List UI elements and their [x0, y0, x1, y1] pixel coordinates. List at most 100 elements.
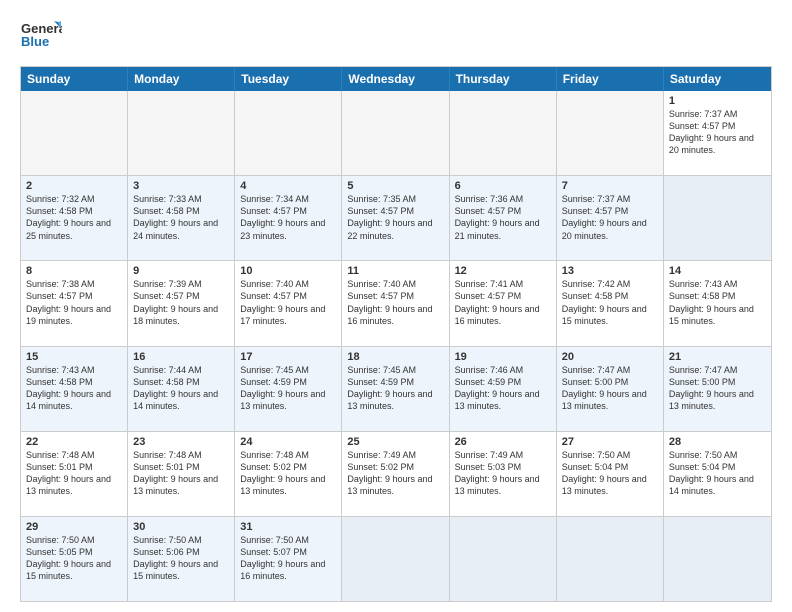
- calendar-cell: 22Sunrise: 7:48 AMSunset: 5:01 PMDayligh…: [21, 432, 128, 516]
- cell-text: Sunrise: 7:36 AMSunset: 4:57 PMDaylight:…: [455, 193, 551, 242]
- logo: General Blue: [20, 16, 62, 58]
- cell-text: Sunrise: 7:48 AMSunset: 5:01 PMDaylight:…: [26, 449, 122, 498]
- calendar-cell: 13Sunrise: 7:42 AMSunset: 4:58 PMDayligh…: [557, 261, 664, 345]
- day-number: 31: [240, 521, 336, 533]
- day-number: 21: [669, 351, 766, 363]
- calendar-cell: 29Sunrise: 7:50 AMSunset: 5:05 PMDayligh…: [21, 517, 128, 601]
- cell-text: Sunrise: 7:50 AMSunset: 5:05 PMDaylight:…: [26, 534, 122, 583]
- cell-text: Sunrise: 7:32 AMSunset: 4:58 PMDaylight:…: [26, 193, 122, 242]
- calendar-header: SundayMondayTuesdayWednesdayThursdayFrid…: [21, 67, 771, 91]
- logo-svg: General Blue: [20, 16, 62, 58]
- calendar-row: 22Sunrise: 7:48 AMSunset: 5:01 PMDayligh…: [21, 431, 771, 516]
- header-day-friday: Friday: [557, 67, 664, 91]
- cell-text: Sunrise: 7:50 AMSunset: 5:07 PMDaylight:…: [240, 534, 336, 583]
- day-number: 29: [26, 521, 122, 533]
- calendar-cell: 28Sunrise: 7:50 AMSunset: 5:04 PMDayligh…: [664, 432, 771, 516]
- cell-text: Sunrise: 7:38 AMSunset: 4:57 PMDaylight:…: [26, 278, 122, 327]
- cell-text: Sunrise: 7:33 AMSunset: 4:58 PMDaylight:…: [133, 193, 229, 242]
- calendar: SundayMondayTuesdayWednesdayThursdayFrid…: [20, 66, 772, 602]
- day-number: 3: [133, 180, 229, 192]
- cell-text: Sunrise: 7:43 AMSunset: 4:58 PMDaylight:…: [669, 278, 766, 327]
- day-number: 16: [133, 351, 229, 363]
- cell-text: Sunrise: 7:35 AMSunset: 4:57 PMDaylight:…: [347, 193, 443, 242]
- calendar-cell: 15Sunrise: 7:43 AMSunset: 4:58 PMDayligh…: [21, 347, 128, 431]
- calendar-cell: 2Sunrise: 7:32 AMSunset: 4:58 PMDaylight…: [21, 176, 128, 260]
- calendar-cell: 14Sunrise: 7:43 AMSunset: 4:58 PMDayligh…: [664, 261, 771, 345]
- header-day-thursday: Thursday: [450, 67, 557, 91]
- header-day-sunday: Sunday: [21, 67, 128, 91]
- day-number: 4: [240, 180, 336, 192]
- day-number: 7: [562, 180, 658, 192]
- calendar-cell: 21Sunrise: 7:47 AMSunset: 5:00 PMDayligh…: [664, 347, 771, 431]
- header-day-wednesday: Wednesday: [342, 67, 449, 91]
- page: General Blue SundayMondayTuesdayWednesda…: [0, 0, 792, 612]
- calendar-cell: 17Sunrise: 7:45 AMSunset: 4:59 PMDayligh…: [235, 347, 342, 431]
- day-number: 25: [347, 436, 443, 448]
- cell-text: Sunrise: 7:48 AMSunset: 5:02 PMDaylight:…: [240, 449, 336, 498]
- calendar-cell: 20Sunrise: 7:47 AMSunset: 5:00 PMDayligh…: [557, 347, 664, 431]
- cell-text: Sunrise: 7:39 AMSunset: 4:57 PMDaylight:…: [133, 278, 229, 327]
- day-number: 1: [669, 95, 766, 107]
- day-number: 14: [669, 265, 766, 277]
- day-number: 30: [133, 521, 229, 533]
- day-number: 8: [26, 265, 122, 277]
- cell-text: Sunrise: 7:37 AMSunset: 4:57 PMDaylight:…: [669, 108, 766, 157]
- day-number: 23: [133, 436, 229, 448]
- calendar-cell: 12Sunrise: 7:41 AMSunset: 4:57 PMDayligh…: [450, 261, 557, 345]
- day-number: 18: [347, 351, 443, 363]
- calendar-cell: [128, 91, 235, 175]
- day-number: 6: [455, 180, 551, 192]
- day-number: 20: [562, 351, 658, 363]
- calendar-cell: [21, 91, 128, 175]
- cell-text: Sunrise: 7:47 AMSunset: 5:00 PMDaylight:…: [669, 364, 766, 413]
- calendar-cell: 19Sunrise: 7:46 AMSunset: 4:59 PMDayligh…: [450, 347, 557, 431]
- day-number: 22: [26, 436, 122, 448]
- calendar-cell: 16Sunrise: 7:44 AMSunset: 4:58 PMDayligh…: [128, 347, 235, 431]
- day-number: 27: [562, 436, 658, 448]
- cell-text: Sunrise: 7:43 AMSunset: 4:58 PMDaylight:…: [26, 364, 122, 413]
- cell-text: Sunrise: 7:34 AMSunset: 4:57 PMDaylight:…: [240, 193, 336, 242]
- calendar-cell: [557, 91, 664, 175]
- calendar-cell: 3Sunrise: 7:33 AMSunset: 4:58 PMDaylight…: [128, 176, 235, 260]
- calendar-cell: 4Sunrise: 7:34 AMSunset: 4:57 PMDaylight…: [235, 176, 342, 260]
- cell-text: Sunrise: 7:49 AMSunset: 5:03 PMDaylight:…: [455, 449, 551, 498]
- day-number: 12: [455, 265, 551, 277]
- cell-text: Sunrise: 7:50 AMSunset: 5:06 PMDaylight:…: [133, 534, 229, 583]
- calendar-cell: 9Sunrise: 7:39 AMSunset: 4:57 PMDaylight…: [128, 261, 235, 345]
- calendar-cell: [450, 91, 557, 175]
- day-number: 28: [669, 436, 766, 448]
- header: General Blue: [20, 16, 772, 58]
- day-number: 5: [347, 180, 443, 192]
- calendar-row: 2Sunrise: 7:32 AMSunset: 4:58 PMDaylight…: [21, 175, 771, 260]
- cell-text: Sunrise: 7:37 AMSunset: 4:57 PMDaylight:…: [562, 193, 658, 242]
- header-day-monday: Monday: [128, 67, 235, 91]
- cell-text: Sunrise: 7:48 AMSunset: 5:01 PMDaylight:…: [133, 449, 229, 498]
- calendar-cell: 5Sunrise: 7:35 AMSunset: 4:57 PMDaylight…: [342, 176, 449, 260]
- calendar-row: 29Sunrise: 7:50 AMSunset: 5:05 PMDayligh…: [21, 516, 771, 601]
- cell-text: Sunrise: 7:49 AMSunset: 5:02 PMDaylight:…: [347, 449, 443, 498]
- calendar-cell: 25Sunrise: 7:49 AMSunset: 5:02 PMDayligh…: [342, 432, 449, 516]
- cell-text: Sunrise: 7:47 AMSunset: 5:00 PMDaylight:…: [562, 364, 658, 413]
- cell-text: Sunrise: 7:46 AMSunset: 4:59 PMDaylight:…: [455, 364, 551, 413]
- day-number: 19: [455, 351, 551, 363]
- calendar-cell: [557, 517, 664, 601]
- day-number: 15: [26, 351, 122, 363]
- cell-text: Sunrise: 7:45 AMSunset: 4:59 PMDaylight:…: [347, 364, 443, 413]
- calendar-cell: 18Sunrise: 7:45 AMSunset: 4:59 PMDayligh…: [342, 347, 449, 431]
- day-number: 2: [26, 180, 122, 192]
- calendar-cell: [450, 517, 557, 601]
- calendar-cell: 10Sunrise: 7:40 AMSunset: 4:57 PMDayligh…: [235, 261, 342, 345]
- day-number: 13: [562, 265, 658, 277]
- calendar-cell: 27Sunrise: 7:50 AMSunset: 5:04 PMDayligh…: [557, 432, 664, 516]
- calendar-cell: [342, 517, 449, 601]
- calendar-cell: 6Sunrise: 7:36 AMSunset: 4:57 PMDaylight…: [450, 176, 557, 260]
- day-number: 26: [455, 436, 551, 448]
- day-number: 11: [347, 265, 443, 277]
- calendar-cell: 31Sunrise: 7:50 AMSunset: 5:07 PMDayligh…: [235, 517, 342, 601]
- header-day-saturday: Saturday: [664, 67, 771, 91]
- svg-text:Blue: Blue: [21, 34, 49, 49]
- calendar-cell: 30Sunrise: 7:50 AMSunset: 5:06 PMDayligh…: [128, 517, 235, 601]
- cell-text: Sunrise: 7:50 AMSunset: 5:04 PMDaylight:…: [562, 449, 658, 498]
- calendar-cell: [342, 91, 449, 175]
- calendar-row: 8Sunrise: 7:38 AMSunset: 4:57 PMDaylight…: [21, 260, 771, 345]
